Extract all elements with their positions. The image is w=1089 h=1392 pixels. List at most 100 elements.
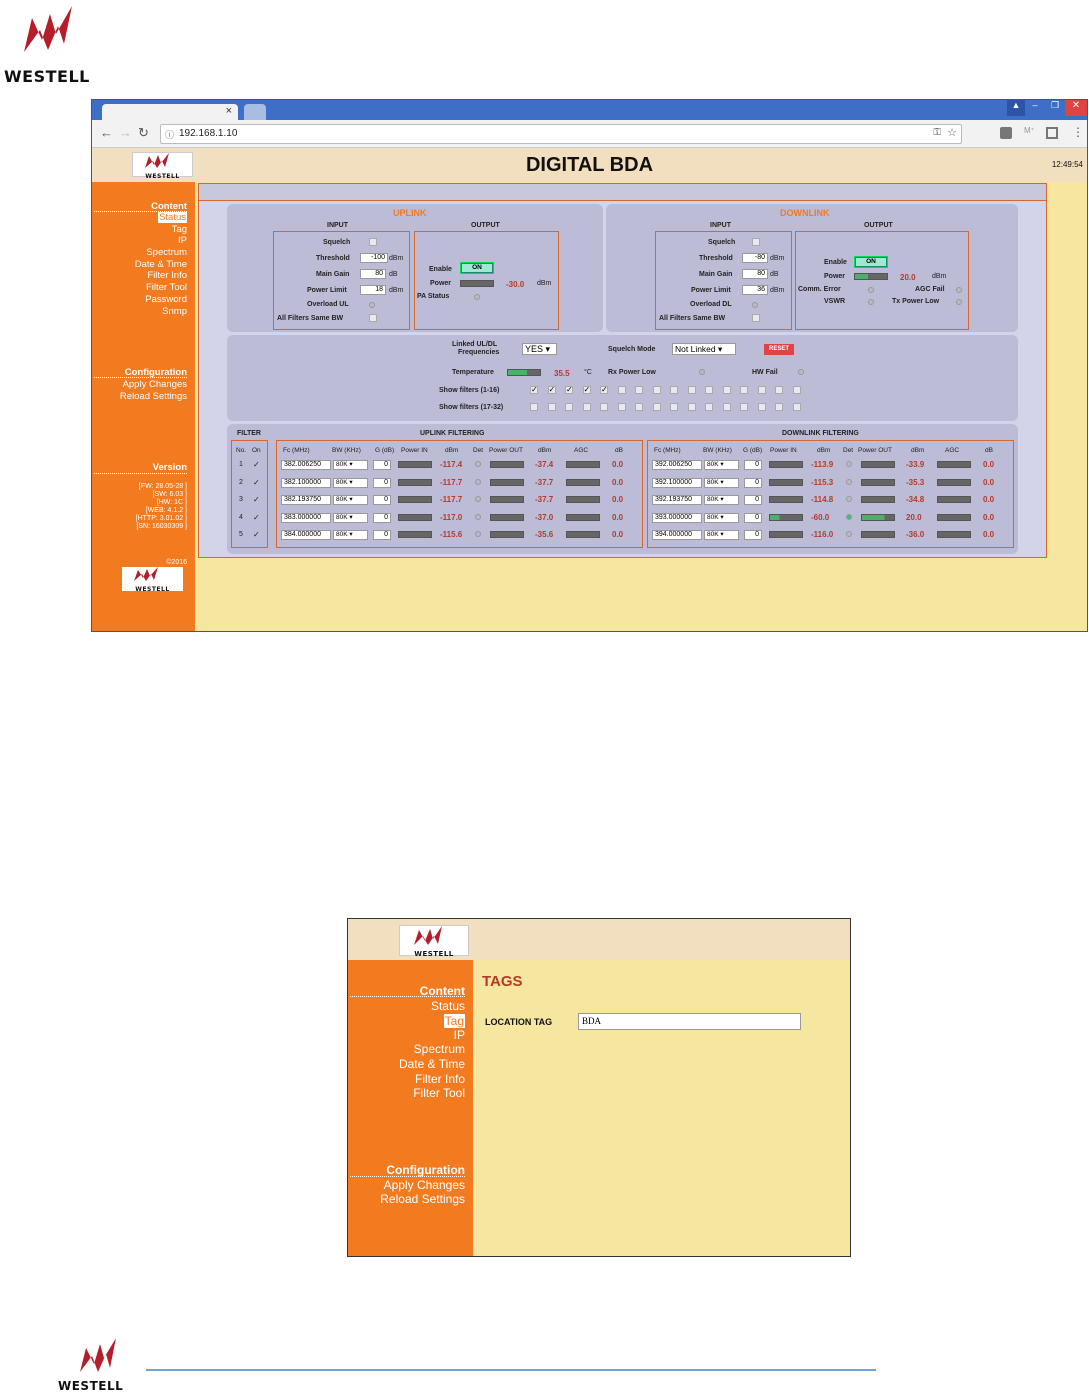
filter-gain-input[interactable]: 0 — [373, 530, 391, 540]
filter-gain-input[interactable]: 0 — [373, 512, 391, 523]
downlink-all-filters-checkbox[interactable] — [752, 314, 760, 322]
tags-sidebar-item-spectrum[interactable]: Spectrum — [414, 1042, 465, 1056]
show-filter-checkbox[interactable] — [705, 386, 713, 394]
filter-on-checkbox[interactable]: ✓ — [253, 478, 260, 487]
sidebar-item-tag[interactable]: Tag — [172, 224, 187, 235]
cast-icon[interactable] — [1046, 127, 1058, 139]
show-filter-checkbox[interactable] — [757, 403, 766, 411]
sidebar-item-filter-tool[interactable]: Filter Tool — [146, 282, 187, 293]
filter-fc-input[interactable]: 382.193750 — [281, 495, 331, 505]
uplink-squelch-checkbox[interactable] — [369, 238, 377, 246]
tags-sidebar-item-status[interactable]: Status — [431, 999, 465, 1013]
show-filter-checkbox[interactable] — [757, 386, 766, 394]
star-icon[interactable]: ☆ — [947, 126, 957, 139]
show-filter-checkbox[interactable] — [722, 386, 731, 394]
filter-bw-select[interactable]: 80K ▾ — [333, 512, 368, 523]
tab-close-icon[interactable]: × — [226, 105, 232, 117]
filter-bw-select[interactable]: 80K ▾ — [333, 460, 368, 470]
filter-fc-input[interactable]: 392.006250 — [652, 460, 702, 470]
filter-bw-select[interactable]: 80K ▾ — [704, 495, 739, 505]
uplink-main-gain-input[interactable]: 80 — [360, 269, 386, 279]
sidebar-item-ip[interactable]: IP — [178, 235, 187, 246]
show-filter-checkbox[interactable]: ✓ — [530, 386, 538, 394]
sidebar-item-filter-info[interactable]: Filter Info — [147, 270, 187, 281]
show-filter-checkbox[interactable] — [705, 403, 713, 411]
show-filter-checkbox[interactable] — [617, 403, 626, 411]
show-filter-checkbox[interactable] — [652, 386, 661, 394]
linked-select[interactable]: YES ▾ — [522, 343, 557, 355]
filter-bw-select[interactable]: 80K ▾ — [704, 477, 739, 488]
sidebar-item-status[interactable]: Status — [158, 212, 187, 223]
tags-sidebar-item-reload-settings[interactable]: Reload Settings — [380, 1192, 465, 1206]
address-bar[interactable]: ⓘ 192.168.1.10 ⚿ ☆ — [160, 124, 962, 144]
filter-bw-select[interactable]: 80K ▾ — [704, 512, 739, 523]
show-filter-checkbox[interactable] — [740, 386, 748, 394]
extension-icon[interactable] — [1000, 127, 1012, 139]
profile-icon[interactable]: ▲ — [1007, 100, 1025, 116]
show-filter-checkbox[interactable] — [600, 403, 608, 411]
filter-gain-input[interactable]: 0 — [373, 460, 391, 470]
show-filter-checkbox[interactable] — [792, 403, 801, 411]
menu-icon[interactable]: ⋮ — [1072, 125, 1084, 139]
filter-on-checkbox[interactable]: ✓ — [253, 530, 260, 539]
filter-on-checkbox[interactable]: ✓ — [253, 460, 260, 469]
show-filter-checkbox[interactable] — [687, 403, 696, 411]
filter-fc-input[interactable]: 382.006250 — [281, 460, 331, 470]
show-filter-checkbox[interactable] — [775, 386, 783, 394]
show-filter-checkbox[interactable] — [582, 403, 591, 411]
new-tab-button[interactable] — [244, 104, 266, 120]
uplink-all-filters-checkbox[interactable] — [369, 314, 377, 322]
filter-gain-input[interactable]: 0 — [744, 477, 762, 488]
downlink-power-limit-input[interactable]: 36 — [742, 285, 768, 295]
show-filter-checkbox[interactable] — [722, 403, 731, 411]
uplink-power-limit-input[interactable]: 18 — [360, 285, 386, 295]
tags-sidebar-item-filter-info[interactable]: Filter Info — [415, 1072, 465, 1086]
sidebar-item-date-time[interactable]: Date & Time — [135, 259, 187, 270]
filter-fc-input[interactable]: 382.100000 — [281, 477, 331, 488]
show-filter-checkbox[interactable] — [775, 403, 783, 411]
downlink-squelch-checkbox[interactable] — [752, 238, 760, 246]
close-window-icon[interactable]: ✕ — [1065, 100, 1087, 116]
filter-on-checkbox[interactable]: ✓ — [253, 495, 260, 504]
filter-gain-input[interactable]: 0 — [373, 495, 391, 505]
tags-sidebar-item-tag[interactable]: Tag — [443, 1014, 465, 1028]
show-filter-checkbox[interactable] — [565, 403, 573, 411]
tags-sidebar-item-apply-changes[interactable]: Apply Changes — [384, 1178, 465, 1192]
squelch-mode-select[interactable]: Not Linked ▾ — [672, 343, 736, 355]
filter-fc-input[interactable]: 392.100000 — [652, 477, 702, 488]
location-tag-input[interactable]: BDA — [578, 1013, 801, 1030]
restore-icon[interactable]: ❐ — [1045, 100, 1065, 116]
show-filter-checkbox[interactable] — [652, 403, 661, 411]
sidebar-item-spectrum[interactable]: Spectrum — [146, 247, 187, 258]
filter-fc-input[interactable]: 393.000000 — [652, 512, 702, 523]
uplink-enable-toggle[interactable]: ON — [460, 262, 494, 274]
tags-sidebar-item-ip[interactable]: IP — [454, 1028, 465, 1042]
filter-gain-input[interactable]: 0 — [744, 495, 762, 505]
reset-button[interactable]: RESET — [764, 344, 794, 355]
show-filter-checkbox[interactable] — [670, 403, 678, 411]
filter-fc-input[interactable]: 384.000000 — [281, 530, 331, 540]
show-filter-checkbox[interactable]: ✓ — [565, 386, 573, 394]
filter-bw-select[interactable]: 80K ▾ — [704, 530, 739, 540]
reload-icon[interactable]: ↻ — [138, 125, 149, 141]
sidebar-item-reload-settings[interactable]: Reload Settings — [120, 391, 187, 402]
gmail-icon[interactable]: M⁺ — [1024, 126, 1035, 135]
filter-on-checkbox[interactable]: ✓ — [253, 513, 260, 522]
sidebar-item-snmp[interactable]: Snmp — [162, 306, 187, 317]
filter-gain-input[interactable]: 0 — [744, 460, 762, 470]
filter-bw-select[interactable]: 80K ▾ — [333, 477, 368, 488]
show-filter-checkbox[interactable] — [635, 403, 643, 411]
show-filter-checkbox[interactable]: ✓ — [547, 386, 556, 394]
filter-gain-input[interactable]: 0 — [744, 512, 762, 523]
show-filter-checkbox[interactable] — [792, 386, 801, 394]
browser-tab[interactable]: × — [102, 104, 238, 120]
filter-fc-input[interactable]: 392.193750 — [652, 495, 702, 505]
downlink-threshold-input[interactable]: -80 — [742, 253, 768, 263]
tags-sidebar-item-filter-tool[interactable]: Filter Tool — [413, 1086, 465, 1100]
show-filter-checkbox[interactable] — [530, 403, 538, 411]
show-filter-checkbox[interactable] — [687, 386, 696, 394]
filter-bw-select[interactable]: 80K ▾ — [333, 530, 368, 540]
filter-gain-input[interactable]: 0 — [744, 530, 762, 540]
back-icon[interactable]: ← — [100, 125, 113, 140]
tags-sidebar-item-date-time[interactable]: Date & Time — [399, 1057, 465, 1071]
